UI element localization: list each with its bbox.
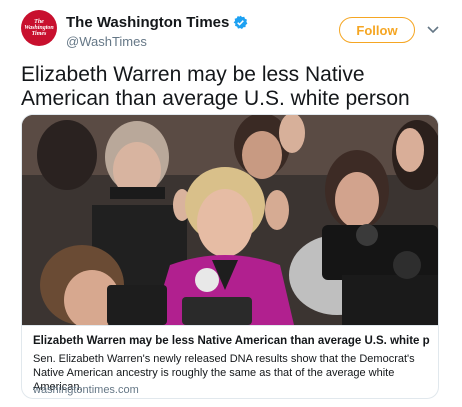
verified-badge-icon [233,15,248,29]
tweet-text: Elizabeth Warren may be less Native Amer… [21,63,410,110]
account-handle[interactable]: @WashTimes [66,34,147,49]
account-name-row[interactable]: The Washington Times [66,14,248,31]
follow-button[interactable]: Follow [339,17,415,43]
link-card[interactable]: Elizabeth Warren may be less Native Amer… [21,114,439,399]
card-body[interactable]: Elizabeth Warren may be less Native Amer… [22,325,438,398]
card-photo[interactable] [22,115,438,325]
account-display-name[interactable]: The Washington Times [66,14,229,31]
card-domain[interactable]: washingtontimes.com [33,384,139,396]
chevron-down-icon[interactable] [427,26,439,34]
card-title[interactable]: Elizabeth Warren may be less Native Amer… [33,335,433,347]
avatar-logo-text: The Washington Times [24,19,54,37]
avatar[interactable]: The Washington Times [21,10,57,46]
tweet-header: The Washington Times The Washington Time… [0,0,462,56]
